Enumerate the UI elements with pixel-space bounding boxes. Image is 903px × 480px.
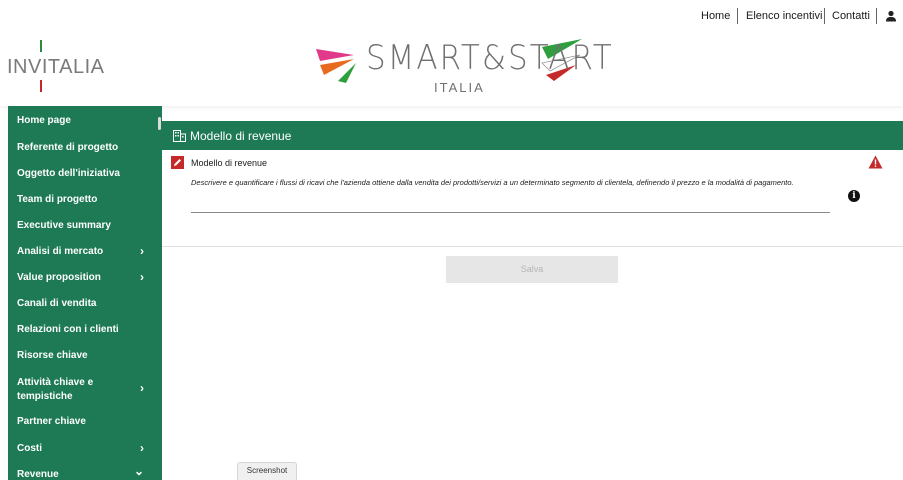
sidebar-item-costi[interactable]: Costi › bbox=[8, 441, 158, 455]
sidebar-item-referente[interactable]: Referente di progetto bbox=[8, 142, 158, 153]
sidebar-item-analisi-mercato[interactable]: Analisi di mercato › bbox=[8, 244, 158, 258]
sidebar-item-label: Partner chiave bbox=[17, 416, 86, 427]
nav-separator bbox=[824, 8, 825, 24]
chevron-down-icon: ⌄ bbox=[133, 464, 144, 478]
user-icon[interactable] bbox=[885, 10, 897, 22]
chevron-right-icon: › bbox=[140, 441, 144, 455]
nav-incentives-link[interactable]: Elenco incentivi bbox=[746, 10, 822, 22]
sidebar-item-label: Executive summary bbox=[17, 220, 111, 231]
sidebar-item-executive-summary[interactable]: Executive summary bbox=[8, 220, 158, 231]
screenshot-tab[interactable]: Screenshot bbox=[237, 462, 297, 480]
nav-separator bbox=[876, 8, 877, 24]
sidebar-item-revenue[interactable]: Revenue ⌄ bbox=[8, 464, 158, 480]
sidebar-item-label: Attività chiave e bbox=[17, 377, 94, 388]
field-title: Modello di revenue bbox=[191, 158, 268, 168]
chevron-right-icon: › bbox=[140, 270, 144, 284]
sidebar-item-label: Referente di progetto bbox=[17, 142, 119, 153]
sidebar-item-label-line2: tempistiche bbox=[17, 391, 73, 402]
revenue-model-input[interactable] bbox=[191, 212, 830, 213]
chevron-right-icon: › bbox=[140, 381, 144, 395]
nav-contacts-link[interactable]: Contatti bbox=[832, 10, 870, 22]
sidebar-item-label: Relazioni con i clienti bbox=[17, 324, 119, 335]
smart-start-logo: SMART&START ITALIA bbox=[314, 35, 612, 103]
sidebar-item-label: Canali di vendita bbox=[17, 298, 97, 309]
sidebar-item-relazioni-clienti[interactable]: Relazioni con i clienti bbox=[8, 324, 158, 335]
building-icon bbox=[173, 130, 186, 142]
logo-bar-red bbox=[40, 80, 42, 92]
sidebar-item-risorse-chiave[interactable]: Risorse chiave bbox=[8, 350, 158, 361]
sidebar-item-partner-chiave[interactable]: Partner chiave bbox=[8, 416, 158, 427]
header: INVITALIA SMART&START ITALIA bbox=[0, 32, 903, 106]
save-button[interactable]: Salva bbox=[446, 256, 618, 283]
sidebar-item-team[interactable]: Team di progetto bbox=[8, 194, 158, 205]
top-navigation: Home Elenco incentivi Contatti bbox=[0, 0, 903, 32]
sidebar-item-label: Value proposition bbox=[17, 272, 101, 283]
warning-icon bbox=[868, 155, 883, 169]
sidebar-item-label: Analisi di mercato bbox=[17, 246, 104, 257]
section-header: Modello di revenue bbox=[162, 121, 903, 150]
sidebar-item-canali-vendita[interactable]: Canali di vendita bbox=[8, 298, 158, 309]
sidebar-item-oggetto[interactable]: Oggetto dell'iniziativa bbox=[8, 168, 158, 179]
sidebar-item-value-proposition[interactable]: Value proposition › bbox=[8, 270, 158, 284]
sidebar-item-label: Costi bbox=[17, 443, 42, 454]
sidebar-item-label: Revenue bbox=[17, 469, 59, 480]
smart-start-logo-text: SMART&START bbox=[366, 38, 614, 78]
sidebar: Home page Referente di progetto Oggetto … bbox=[8, 106, 162, 480]
invitalia-logo[interactable]: INVITALIA bbox=[7, 40, 105, 92]
smart-start-logo-subtext: ITALIA bbox=[434, 80, 485, 95]
invitalia-logo-text: INVITALIA bbox=[7, 56, 105, 78]
nav-separator bbox=[737, 8, 738, 24]
sidebar-item-label: Team di progetto bbox=[17, 194, 98, 205]
nav-home-link[interactable]: Home bbox=[701, 10, 730, 22]
logo-bar-green bbox=[40, 40, 42, 52]
sidebar-item-attivita-chiave[interactable]: Attività chiave e tempistiche › bbox=[8, 376, 158, 404]
field-description: Descrivere e quantificare i flussi di ri… bbox=[191, 178, 794, 187]
edit-pencil-icon[interactable] bbox=[171, 156, 184, 169]
sidebar-item-label: Risorse chiave bbox=[17, 350, 88, 361]
sidebar-item-home[interactable]: Home page bbox=[8, 115, 158, 126]
sidebar-scrollbar[interactable] bbox=[158, 117, 161, 130]
info-icon[interactable]: i bbox=[848, 190, 860, 202]
revenue-model-section: Modello di revenue Descrivere e quantifi… bbox=[162, 150, 903, 247]
chevron-right-icon: › bbox=[140, 244, 144, 258]
sidebar-item-label: Oggetto dell'iniziativa bbox=[17, 168, 120, 179]
section-title: Modello di revenue bbox=[190, 129, 292, 143]
sidebar-item-label: Home page bbox=[17, 115, 71, 126]
